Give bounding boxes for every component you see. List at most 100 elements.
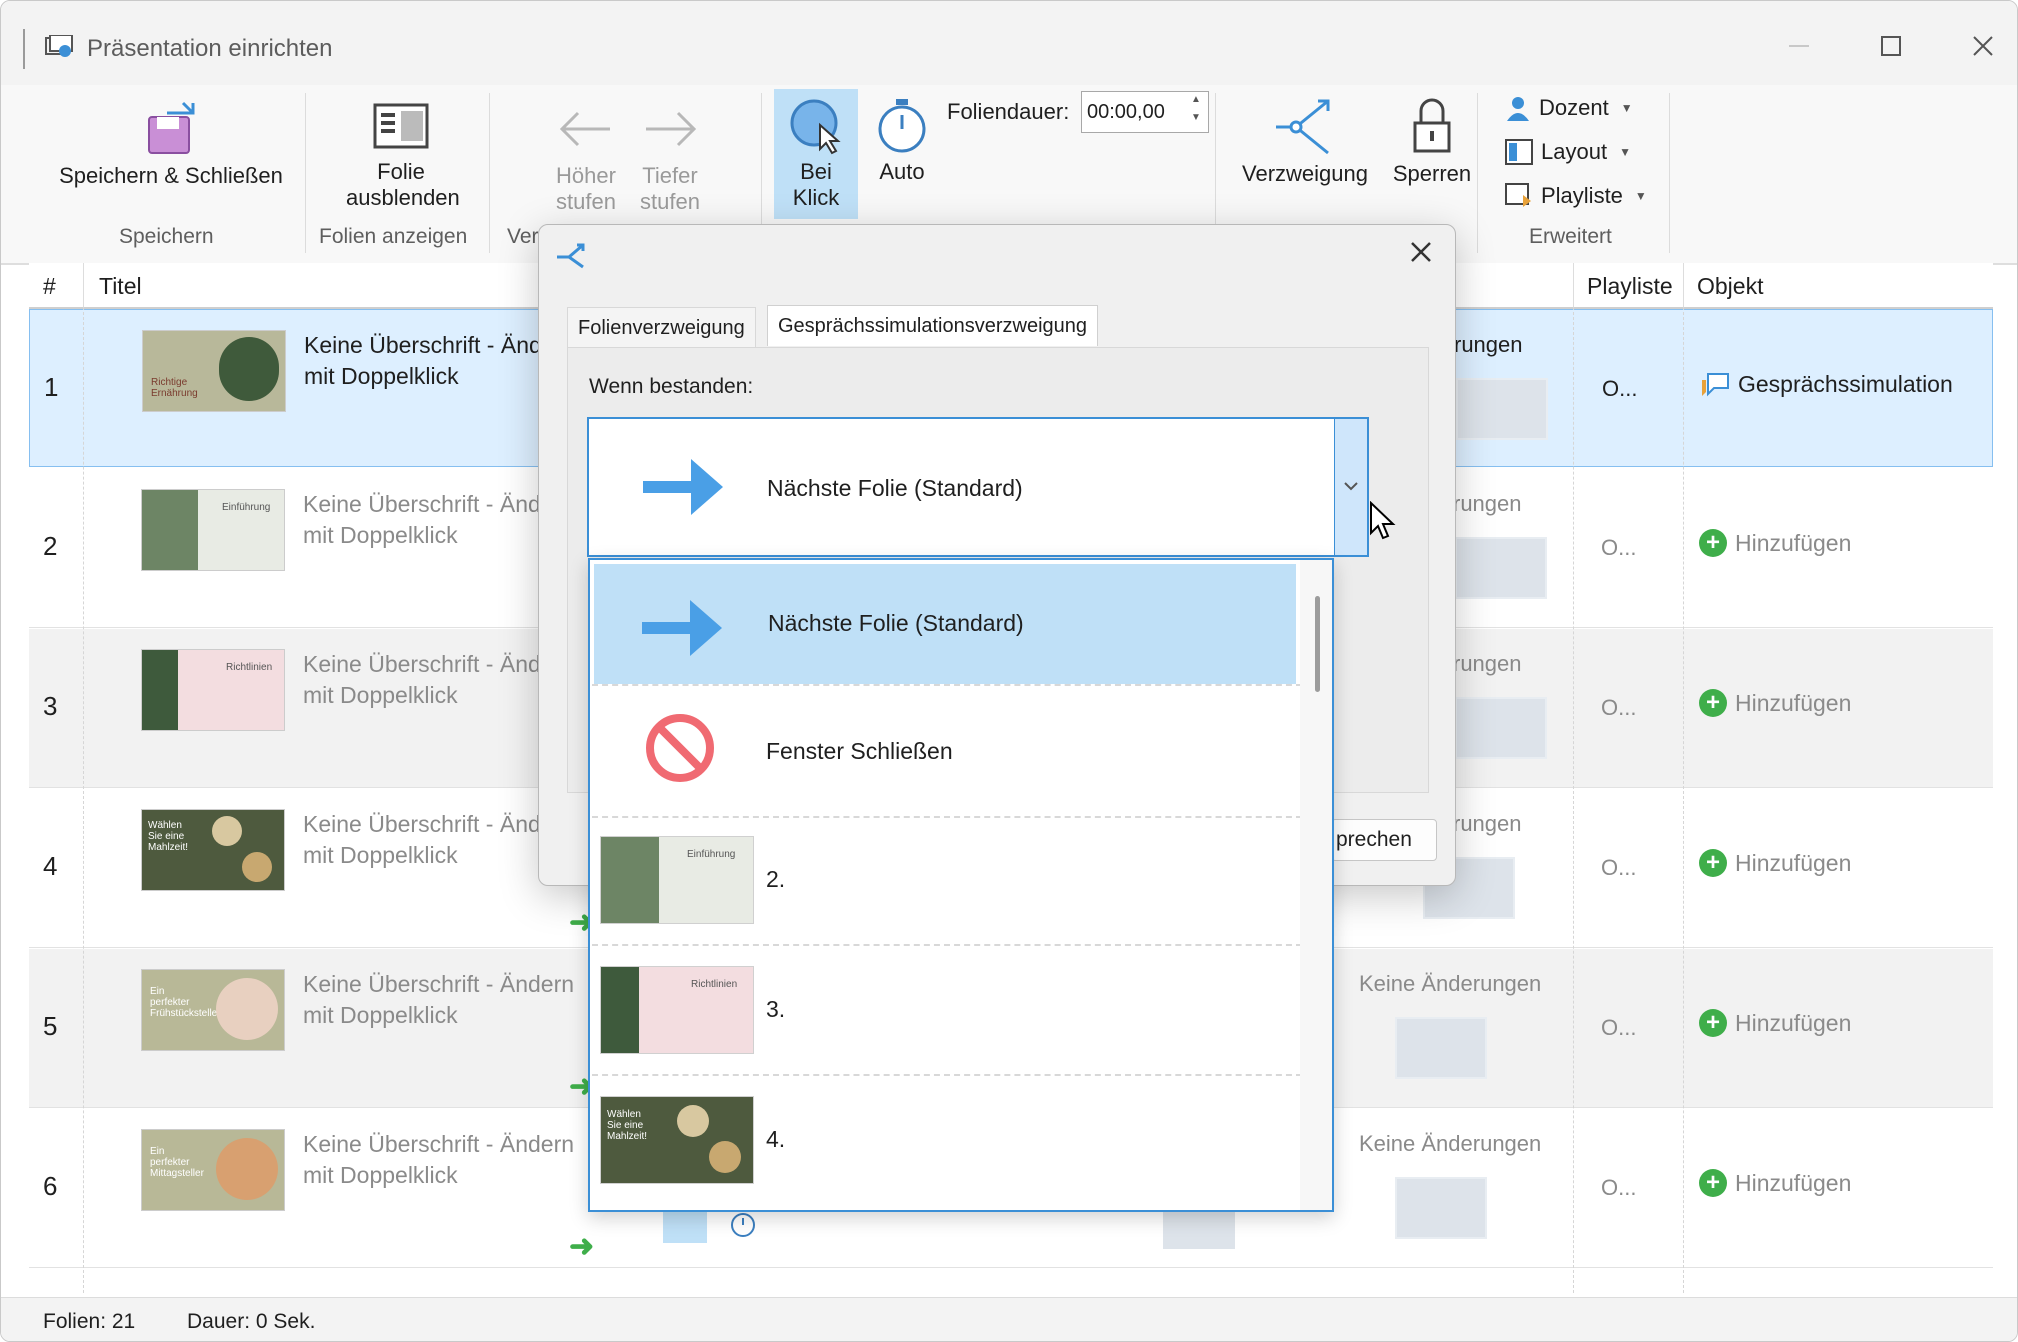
presenter-dropdown[interactable]: Dozent ▼: [1505, 95, 1633, 121]
row-title[interactable]: Keine Überschrift - Ändern mit Doppelkli…: [303, 1129, 583, 1191]
row-title-line1: Keine Überschrift - Ändern: [303, 971, 575, 997]
group-cut-label: Ver: [507, 225, 539, 248]
ribbon-separator: [489, 93, 490, 253]
row-title-line1: Keine Überschrift - Ändern: [303, 1131, 575, 1157]
ribbon-separator: [1477, 93, 1478, 253]
arrow-left-icon: [559, 111, 610, 147]
slide-thumbnail[interactable]: Einführung: [141, 489, 285, 571]
spin-down-icon[interactable]: ▼: [1186, 112, 1206, 130]
dialog-title-bar: [539, 225, 1455, 285]
when-passed-select[interactable]: Nächste Folie (Standard): [587, 417, 1396, 557]
hide-slide-label: Folie ausblenden: [346, 159, 460, 210]
row-playlist[interactable]: O...: [1601, 695, 1636, 721]
person-icon: [1507, 97, 1529, 121]
dropdown-toggle[interactable]: [1334, 419, 1367, 555]
thumbnail-title: Einführung: [687, 849, 736, 860]
dialog-close-button[interactable]: [1401, 235, 1441, 275]
add-object-button[interactable]: + Hinzufügen: [1699, 1169, 1851, 1197]
close-button[interactable]: [1953, 21, 2013, 71]
close-icon: [1973, 36, 1993, 56]
maximize-button[interactable]: [1861, 21, 1921, 71]
auto-label: Auto: [879, 159, 925, 184]
hide-slide-button[interactable]: Folie ausblenden: [321, 99, 481, 211]
tab-conversation-branching[interactable]: Gesprächssimulationsverzweigung: [767, 305, 1099, 346]
row-playlist[interactable]: O...: [1601, 1015, 1636, 1041]
list-item-close-window[interactable]: Fenster Schließen: [592, 684, 1302, 818]
list-item-slide-3[interactable]: Richtlinien 3.: [592, 944, 1302, 1076]
spin-up-icon[interactable]: ▲: [1186, 94, 1206, 112]
row-object[interactable]: Gesprächssimulation: [1700, 370, 1953, 398]
slide-thumbnail: Richtlinien: [600, 966, 754, 1054]
thumbnail-title: Wählen Sie eine Mahlzeit!: [148, 820, 189, 853]
layout-placeholder[interactable]: [1395, 1017, 1487, 1079]
slide-thumbnail: Wählen Sie eine Mahlzeit!: [600, 1096, 754, 1184]
chevron-down-icon: ▼: [1620, 101, 1633, 115]
column-header-object[interactable]: Objekt: [1697, 273, 1763, 300]
slide-thumbnail[interactable]: Ein perfekter Mittagsteller: [141, 1129, 285, 1211]
dialog-action-button[interactable]: prechen: [1331, 819, 1437, 861]
layout-placeholder[interactable]: [1455, 537, 1547, 599]
playlist-dropdown[interactable]: Playliste ▼: [1505, 183, 1647, 209]
add-object-button[interactable]: + Hinzufügen: [1699, 689, 1851, 717]
list-scrollbar[interactable]: [1300, 560, 1332, 1210]
row-title[interactable]: Keine Überschrift - Ändern mit Doppelkli…: [303, 969, 583, 1031]
thumbnail-title: Wählen Sie eine Mahlzeit!: [607, 1109, 648, 1142]
tab-slide-branching[interactable]: Folienverzweigung: [567, 307, 756, 348]
row-number: 1: [44, 372, 59, 402]
playlist-label: Playliste: [1541, 183, 1623, 208]
slide-thumbnail[interactable]: Richtige Ernährung: [142, 330, 286, 412]
slide-thumbnail[interactable]: Richtlinien: [141, 649, 285, 731]
save-close-button[interactable]: Speichern & Schließen: [51, 99, 291, 189]
auto-button[interactable]: Auto: [867, 95, 937, 185]
branch-target-list[interactable]: Nächste Folie (Standard) Fenster Schließ…: [588, 558, 1334, 1212]
on-click-cell-icon[interactable]: [663, 1207, 707, 1243]
layout-placeholder[interactable]: [1395, 1177, 1487, 1239]
thumbnail-title: Richtlinien: [691, 979, 738, 990]
layout-placeholder[interactable]: [1456, 378, 1548, 440]
minimize-button[interactable]: [1769, 21, 1829, 71]
add-object-label: Hinzufügen: [1735, 1009, 1852, 1036]
list-item-next-slide[interactable]: Nächste Folie (Standard): [594, 564, 1296, 684]
lock-button[interactable]: Sperren: [1379, 95, 1485, 187]
scrollbar-thumb[interactable]: [1315, 596, 1320, 692]
slide-count: Folien: 21: [43, 1310, 136, 1333]
duration-label: Foliendauer:: [947, 99, 1070, 124]
prohibited-icon: [646, 714, 714, 782]
column-header-playlist[interactable]: Playliste: [1587, 273, 1673, 300]
add-object-button[interactable]: + Hinzufügen: [1699, 849, 1851, 877]
window-title: Präsentation einrichten: [87, 35, 333, 62]
column-header-title[interactable]: Titel: [99, 273, 142, 300]
group-advanced-label: Erweitert: [1529, 225, 1612, 248]
slide-thumbnail[interactable]: Wählen Sie eine Mahlzeit!: [141, 809, 285, 891]
stopwatch-icon[interactable]: [729, 1211, 757, 1239]
thumbnail-title: Ein perfekter Mittagsteller: [150, 1146, 204, 1179]
layout-dropdown[interactable]: Layout ▼: [1505, 139, 1631, 165]
on-click-button-content[interactable]: Bei Klick: [774, 95, 858, 211]
row-playlist[interactable]: O...: [1602, 376, 1637, 402]
transition-arrow-icon[interactable]: ➜: [569, 1229, 594, 1264]
list-item-slide-2[interactable]: Einführung 2.: [592, 814, 1302, 946]
add-object-button[interactable]: + Hinzufügen: [1699, 529, 1851, 557]
row-playlist[interactable]: O...: [1601, 535, 1636, 561]
thumbnail-title: Einführung: [222, 502, 271, 513]
total-duration: Dauer: 0 Sek.: [187, 1310, 316, 1333]
lower-level-button[interactable]: Tiefer stufen: [625, 99, 715, 215]
duration-spinner[interactable]: 00:00,00 ▲ ▼: [1081, 91, 1209, 133]
column-header-number[interactable]: #: [43, 273, 56, 300]
list-item-slide-4[interactable]: Wählen Sie eine Mahlzeit! 4.: [592, 1074, 1302, 1204]
layout-placeholder[interactable]: [1455, 697, 1547, 759]
row-playlist[interactable]: O...: [1601, 855, 1636, 881]
slide-thumbnail[interactable]: Ein perfekter Frühstücksteller: [141, 969, 285, 1051]
higher-level-button[interactable]: Höher stufen: [541, 99, 631, 215]
row-number: 5: [43, 1011, 58, 1041]
add-object-button[interactable]: + Hinzufügen: [1699, 1009, 1851, 1037]
row-playlist[interactable]: O...: [1601, 1175, 1636, 1201]
list-item-label: Nächste Folie (Standard): [768, 610, 1024, 636]
add-object-label: Hinzufügen: [1735, 529, 1852, 556]
row-title-line2: mit Doppelklick: [303, 1002, 458, 1028]
plus-icon: +: [1699, 849, 1727, 877]
save-close-label: Speichern & Schließen: [59, 163, 283, 188]
branch-button[interactable]: Verzweigung: [1235, 95, 1375, 187]
when-passed-label: Wenn bestanden:: [589, 375, 754, 398]
arrow-right-icon: [642, 600, 722, 656]
